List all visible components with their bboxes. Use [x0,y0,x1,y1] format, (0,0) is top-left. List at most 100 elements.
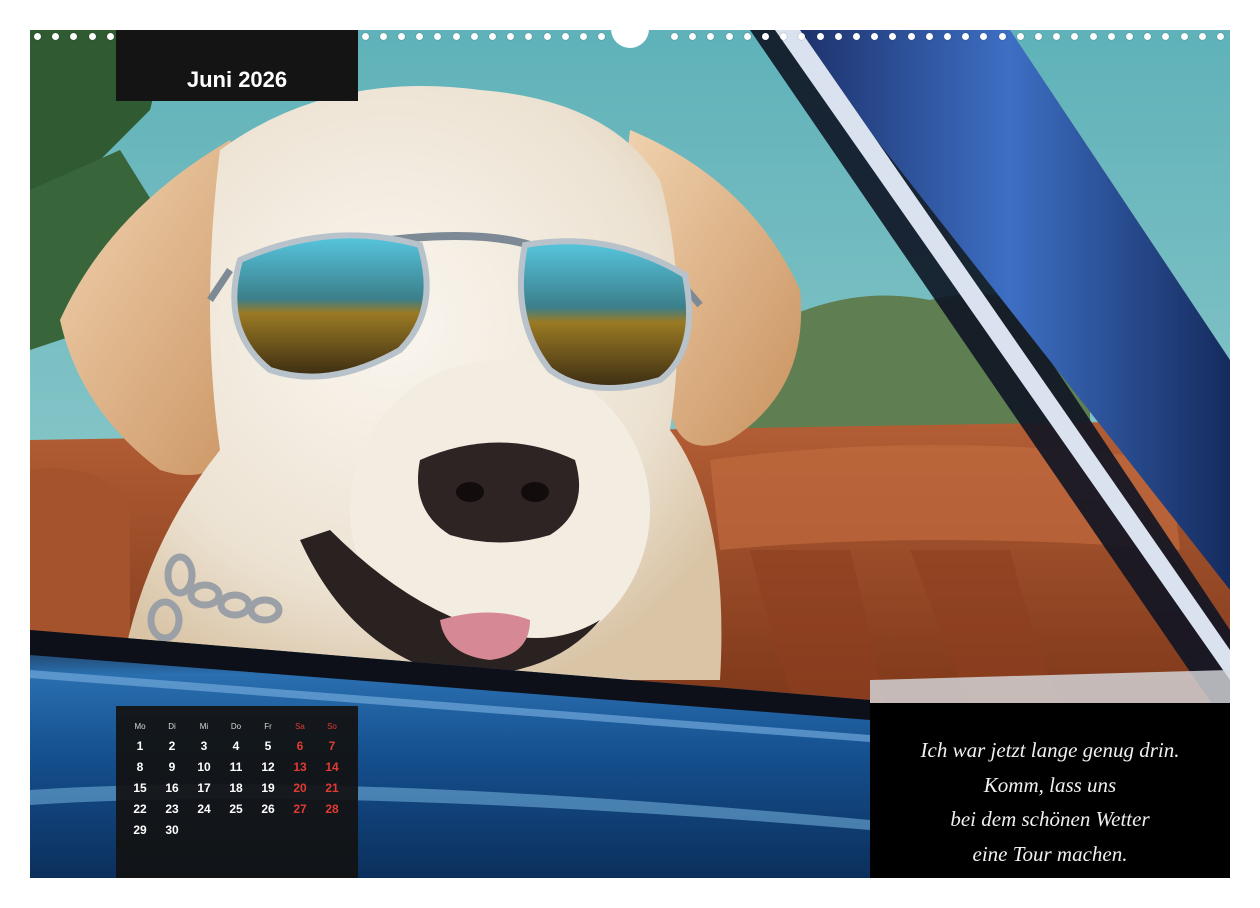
binding-hole [1162,33,1170,40]
binding-hole [398,33,405,40]
binding-hole [598,33,606,40]
calendar-day: 4 [232,739,240,753]
calendar-grid: Mo Di Mi Do Fr Sa So 1 2 3 4 5 6 7 8 9 1… [124,722,348,841]
binding-hole [762,33,769,40]
calendar-day-weekend: 7 [328,739,336,753]
calendar-day: 22 [133,802,147,816]
calendar-day: 9 [168,760,176,774]
binding-hole [889,33,897,40]
quote-line: bei dem schönen Wetter [950,807,1150,831]
binding-hole [907,33,915,40]
calendar-day-weekend [316,820,348,841]
calendar-day-weekend: 20 [293,781,307,795]
weekday-header: Sa [295,722,305,731]
binding-hole [379,33,387,40]
calendar-day: 26 [261,802,275,816]
binding-hole [1198,33,1206,40]
calendar-day: 3 [200,739,208,753]
quote-line: Ich war jetzt lange genug drin. [920,738,1180,762]
binding-hole [1035,33,1042,40]
binding-hole [434,33,442,40]
calendar-day: 25 [229,802,243,816]
binding-hole [580,33,587,40]
weekday-header: Mi [199,722,209,731]
binding-hole [1217,33,1224,40]
binding-hole [489,33,496,40]
binding-hole [1016,33,1024,40]
binding-hole [962,33,970,40]
binding-hole [1053,33,1061,40]
binding-hole [543,33,551,40]
binding-hole [1144,33,1152,40]
binding-hole [34,33,41,40]
binding-hole [525,33,533,40]
calendar-day: 17 [197,781,211,795]
binding-hole [52,33,60,40]
binding-hole [743,33,751,40]
calendar-day-weekend: 6 [296,739,304,753]
month-title: Juni 2026 [186,67,288,92]
binding-hole [1071,33,1079,40]
calendar-day: 1 [136,739,144,753]
binding-hole [725,33,733,40]
calendar-day: 19 [261,781,275,795]
calendar-day: 11 [229,760,243,774]
binding-hole [834,33,842,40]
binding-hole [707,33,715,40]
binding-hole [689,33,697,40]
calendar-day [220,820,252,841]
calendar-day [188,820,220,841]
quote-line: eine Tour machen. [972,841,1128,866]
binding-hole [671,33,678,40]
binding-hole [853,33,860,40]
binding-hole [1180,33,1188,40]
binding-hole [780,33,788,40]
binding-hole [470,33,478,40]
binding-hole [452,33,460,40]
calendar-day: 29 [133,823,147,837]
binding-hole [925,33,933,40]
calendar-day: 12 [261,760,275,774]
calendar-day [252,820,284,841]
quote-line: Komm, lass uns [983,772,1117,797]
calendar-day-weekend: 28 [325,802,339,816]
quote-panel: Ich war jetzt lange genug drin. Komm, la… [870,703,1230,878]
calendar-day: 30 [165,823,179,837]
calendar-day: 10 [197,760,211,774]
calendar-day: 5 [264,739,272,753]
calendar-panel: Mo Di Mi Do Fr Sa So 1 2 3 4 5 6 7 8 9 1… [116,706,358,878]
binding-hole [561,33,569,40]
binding-hole [1089,33,1097,40]
binding-hole [507,33,515,40]
calendar-day: 15 [133,781,147,795]
binding-hole [1107,33,1115,40]
weekday-header: Do [230,722,242,731]
month-title-panel: Juni 2026 [116,30,358,101]
calendar-day-weekend [284,820,316,841]
binding-hole [798,33,806,40]
binding-hole [1126,33,1133,40]
binding-hole [816,33,824,40]
calendar-day-weekend: 21 [325,781,339,795]
binding-hole [416,33,424,40]
binding-hole [106,33,114,40]
calendar-day-weekend: 14 [325,760,339,774]
weekday-header: Di [168,722,176,731]
binding-hole [70,33,78,40]
weekday-header: So [327,722,337,731]
weekday-header: Fr [264,722,272,731]
calendar-day-weekend: 27 [293,802,307,816]
binding-hole [944,33,951,40]
calendar-day: 16 [165,781,179,795]
weekday-header: Mo [134,722,146,731]
binding-hole [871,33,879,40]
calendar-day: 18 [229,781,243,795]
calendar-day: 24 [197,802,211,816]
binding-hole [88,33,96,40]
calendar-day: 23 [165,802,179,816]
calendar-day-weekend: 13 [293,760,307,774]
binding-hole [998,33,1006,40]
binding-hole [980,33,988,40]
calendar-day: 8 [136,760,144,774]
calendar-day: 2 [168,739,176,753]
